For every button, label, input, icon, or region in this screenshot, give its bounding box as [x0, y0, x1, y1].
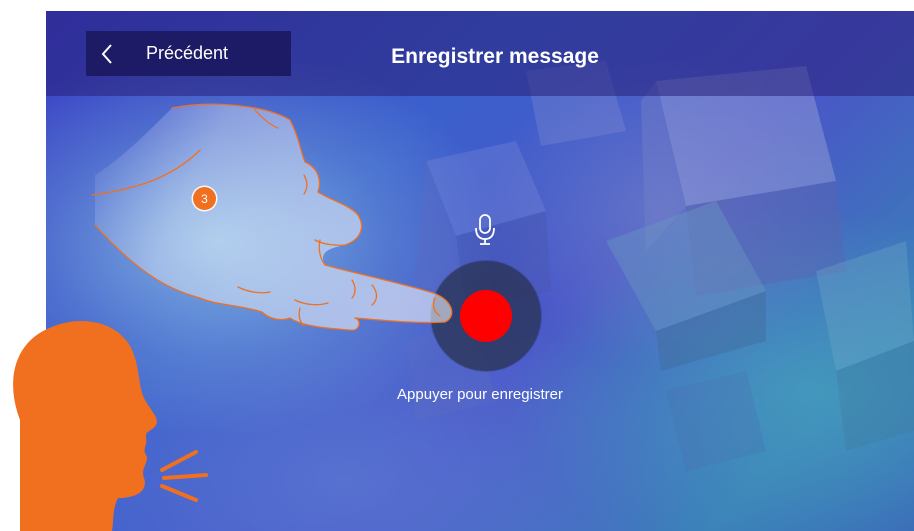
record-dot-icon	[460, 290, 512, 342]
page-title: Enregistrer message	[391, 45, 599, 68]
device-screen: Précédent Enregistrer message Appuyer po…	[46, 11, 914, 531]
step-number-badge: 3	[193, 187, 216, 210]
record-button[interactable]	[431, 261, 541, 371]
microphone-icon	[473, 213, 497, 247]
manual-illustration: Précédent Enregistrer message Appuyer po…	[0, 0, 914, 531]
top-bar: Précédent Enregistrer message	[46, 11, 914, 96]
record-hint: Appuyer pour enregistrer	[397, 386, 563, 403]
